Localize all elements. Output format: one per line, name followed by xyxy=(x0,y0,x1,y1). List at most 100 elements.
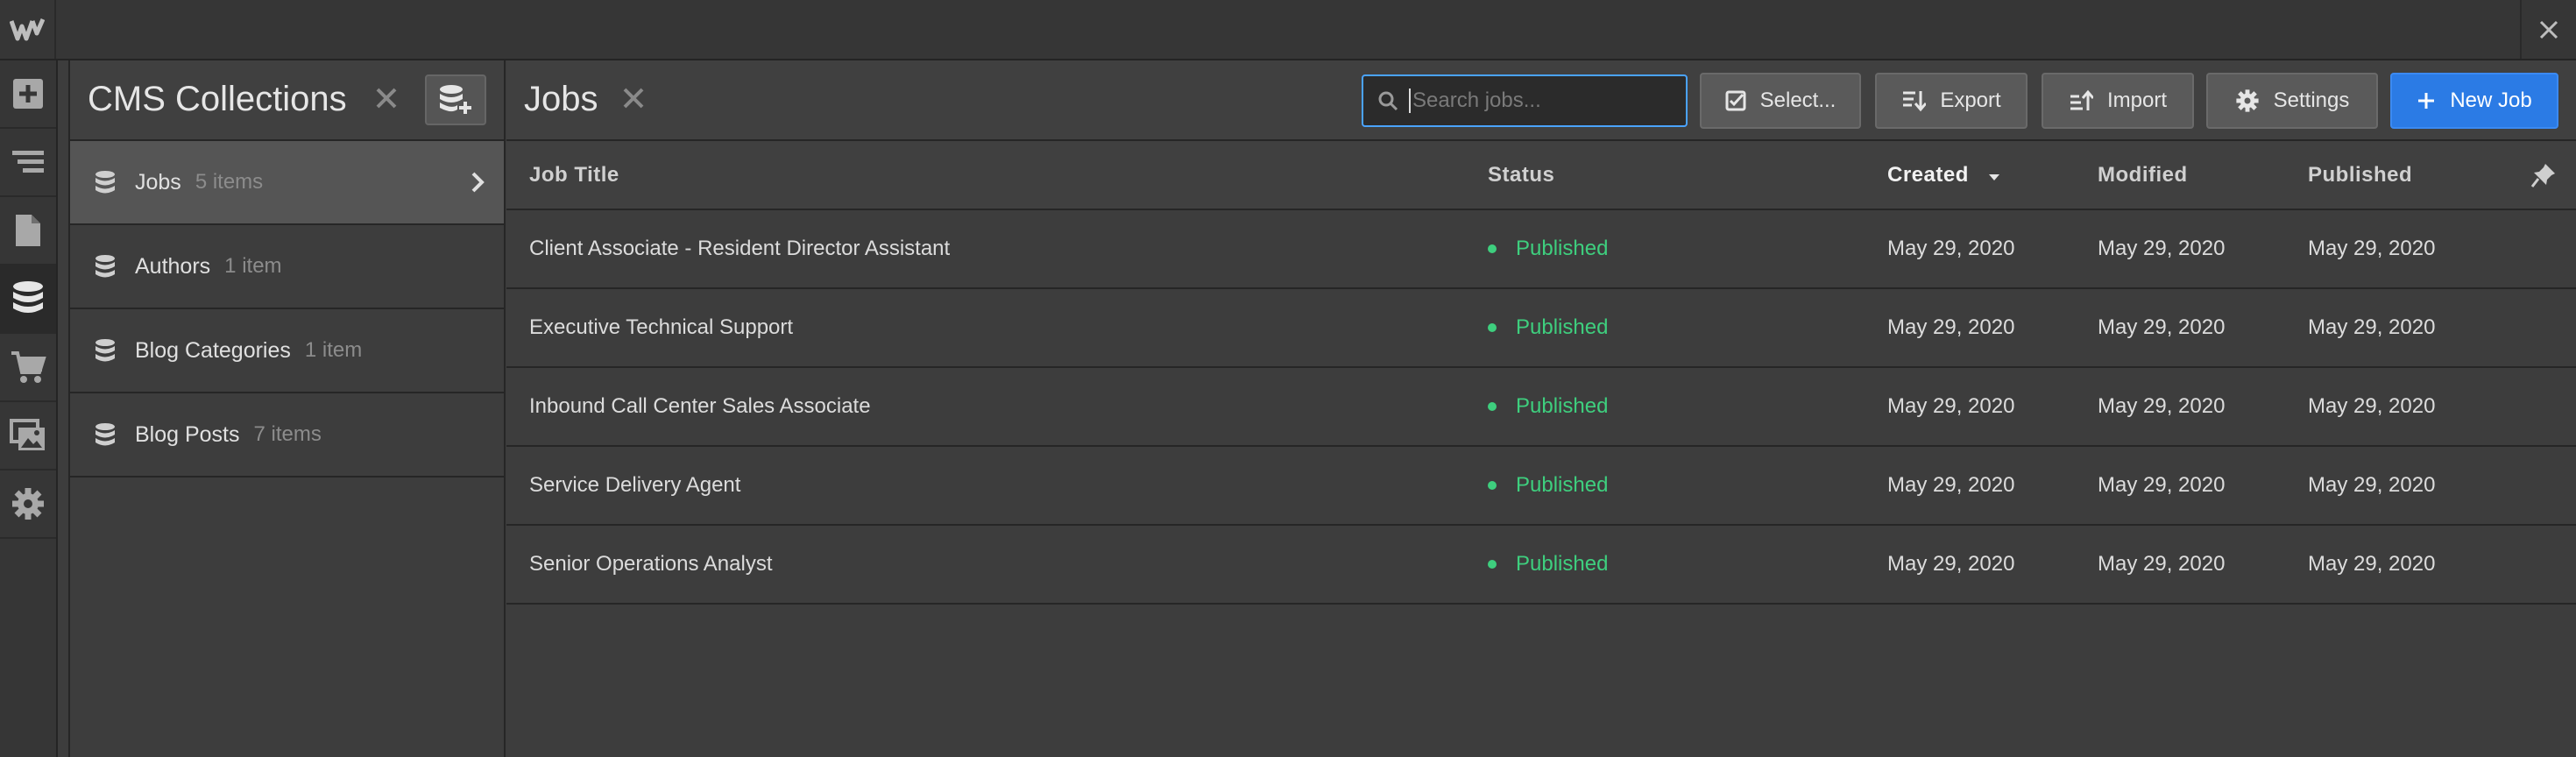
export-button-label: Export xyxy=(1940,88,2001,112)
new-job-button-label: New Job xyxy=(2450,88,2532,112)
cart-icon xyxy=(11,351,46,383)
project-settings-button[interactable] xyxy=(0,470,56,539)
chevron-right-icon xyxy=(471,172,485,193)
collection-name: Jobs xyxy=(135,169,181,195)
plus-box-icon xyxy=(13,79,43,109)
table-row[interactable]: Service Delivery Agent Published May 29, 2… xyxy=(506,446,2576,526)
close-designer-button[interactable] xyxy=(2520,0,2576,59)
items-table: Job Title Status Created Modified Publis… xyxy=(506,141,2576,605)
table-row[interactable]: Executive Technical Support Published May … xyxy=(506,288,2576,368)
collection-item-blog-categories[interactable]: Blog Categories 1 item xyxy=(70,309,504,393)
collection-count: 5 items xyxy=(195,170,264,194)
status-cell: Published xyxy=(1465,288,1868,368)
left-toolbar xyxy=(0,60,58,757)
import-icon xyxy=(2070,89,2093,110)
table-row[interactable]: Client Associate - Resident Director Ass… xyxy=(506,209,2576,289)
sort-down-icon xyxy=(1989,173,2000,180)
collection-item-blog-posts[interactable]: Blog Posts 7 items xyxy=(70,393,504,478)
status-dot xyxy=(1488,481,1497,490)
pin-icon[interactable] xyxy=(2530,162,2557,188)
top-bar xyxy=(0,0,2576,60)
status-cell: Published xyxy=(1465,446,1868,526)
ecommerce-button[interactable] xyxy=(0,334,56,402)
collection-item-authors[interactable]: Authors 1 item xyxy=(70,225,504,309)
database-icon xyxy=(13,281,43,313)
modified-cell: May 29, 2020 xyxy=(2078,446,2289,526)
status-badge: Published xyxy=(1488,473,1868,498)
collection-items-view: Jobs Select... Export xyxy=(506,60,2576,757)
navigator-button[interactable] xyxy=(0,129,56,197)
status-dot xyxy=(1488,402,1497,411)
status-dot xyxy=(1488,323,1497,332)
column-header-status[interactable]: Status xyxy=(1465,141,1868,210)
collection-name: Blog Categories xyxy=(135,337,291,363)
job-title-cell: Client Associate - Resident Director Ass… xyxy=(506,209,1465,289)
status-badge: Published xyxy=(1488,552,1868,577)
column-header-job-title[interactable]: Job Title xyxy=(506,141,1465,210)
database-icon xyxy=(96,339,115,362)
collection-header: Jobs Select... Export xyxy=(506,60,2576,141)
pages-button[interactable] xyxy=(0,197,56,265)
column-header-published[interactable]: Published xyxy=(2289,141,2576,210)
table-row[interactable]: Inbound Call Center Sales Associate Publi… xyxy=(506,367,2576,447)
created-cell: May 29, 2020 xyxy=(1868,209,2078,289)
status-badge: Published xyxy=(1488,394,1868,419)
created-cell: May 29, 2020 xyxy=(1868,525,2078,605)
new-job-button[interactable]: New Job xyxy=(2390,73,2558,129)
job-title-cell: Senior Operations Analyst xyxy=(506,525,1465,605)
status-cell: Published xyxy=(1465,525,1868,605)
gear-icon xyxy=(12,488,44,520)
settings-button[interactable]: Settings xyxy=(2206,73,2378,129)
status-cell: Published xyxy=(1465,367,1868,447)
collection-item-jobs[interactable]: Jobs 5 items xyxy=(70,141,504,225)
status-badge: Published xyxy=(1488,315,1868,340)
settings-button-label: Settings xyxy=(2273,88,2350,112)
export-icon xyxy=(1903,91,1927,112)
collection-name: Authors xyxy=(135,253,211,279)
cms-button[interactable] xyxy=(0,265,56,334)
checkbox-icon xyxy=(1725,90,1746,111)
database-add-icon xyxy=(440,85,471,114)
modified-cell: May 29, 2020 xyxy=(2078,288,2289,368)
webflow-logo[interactable] xyxy=(0,0,56,59)
import-button-label: Import xyxy=(2106,88,2167,112)
search-box[interactable] xyxy=(1362,74,1688,127)
navigator-icon xyxy=(12,151,44,173)
modified-cell: May 29, 2020 xyxy=(2078,525,2289,605)
created-cell: May 29, 2020 xyxy=(1868,446,2078,526)
close-cms-panel-button[interactable] xyxy=(375,83,398,117)
published-cell: May 29, 2020 xyxy=(2289,367,2576,447)
created-cell: May 29, 2020 xyxy=(1868,367,2078,447)
cms-panel-title: CMS Collections xyxy=(88,80,347,118)
table-header-row: Job Title Status Created Modified Publis… xyxy=(506,141,2576,210)
collection-title: Jobs xyxy=(524,80,598,118)
collection-count: 1 item xyxy=(304,338,363,362)
modified-cell: May 29, 2020 xyxy=(2078,209,2289,289)
job-title-cell: Executive Technical Support xyxy=(506,288,1465,368)
column-header-created[interactable]: Created xyxy=(1868,141,2078,210)
column-header-modified[interactable]: Modified xyxy=(2078,141,2289,210)
add-panel-button[interactable] xyxy=(0,60,56,129)
import-button[interactable]: Import xyxy=(2042,73,2194,129)
select-button[interactable]: Select... xyxy=(1700,73,1861,129)
status-cell: Published xyxy=(1465,209,1868,289)
collection-count: 7 items xyxy=(253,422,322,446)
search-input[interactable] xyxy=(1409,88,1672,113)
close-collection-button[interactable] xyxy=(622,83,645,117)
add-collection-button[interactable] xyxy=(425,74,486,125)
published-cell: May 29, 2020 xyxy=(2289,209,2576,289)
status-dot xyxy=(1488,244,1497,253)
collection-name: Blog Posts xyxy=(135,421,240,447)
collection-count: 1 item xyxy=(224,254,282,278)
published-cell: May 29, 2020 xyxy=(2289,288,2576,368)
job-title-cell: Service Delivery Agent xyxy=(506,446,1465,526)
assets-button[interactable] xyxy=(0,402,56,470)
table-row[interactable]: Senior Operations Analyst Published May 29… xyxy=(506,525,2576,605)
modified-cell: May 29, 2020 xyxy=(2078,367,2289,447)
images-icon xyxy=(10,419,45,450)
export-button[interactable]: Export xyxy=(1875,73,2028,129)
page-icon xyxy=(16,215,40,246)
published-cell: May 29, 2020 xyxy=(2289,446,2576,526)
plus-icon xyxy=(2418,93,2435,109)
close-icon xyxy=(376,88,397,109)
